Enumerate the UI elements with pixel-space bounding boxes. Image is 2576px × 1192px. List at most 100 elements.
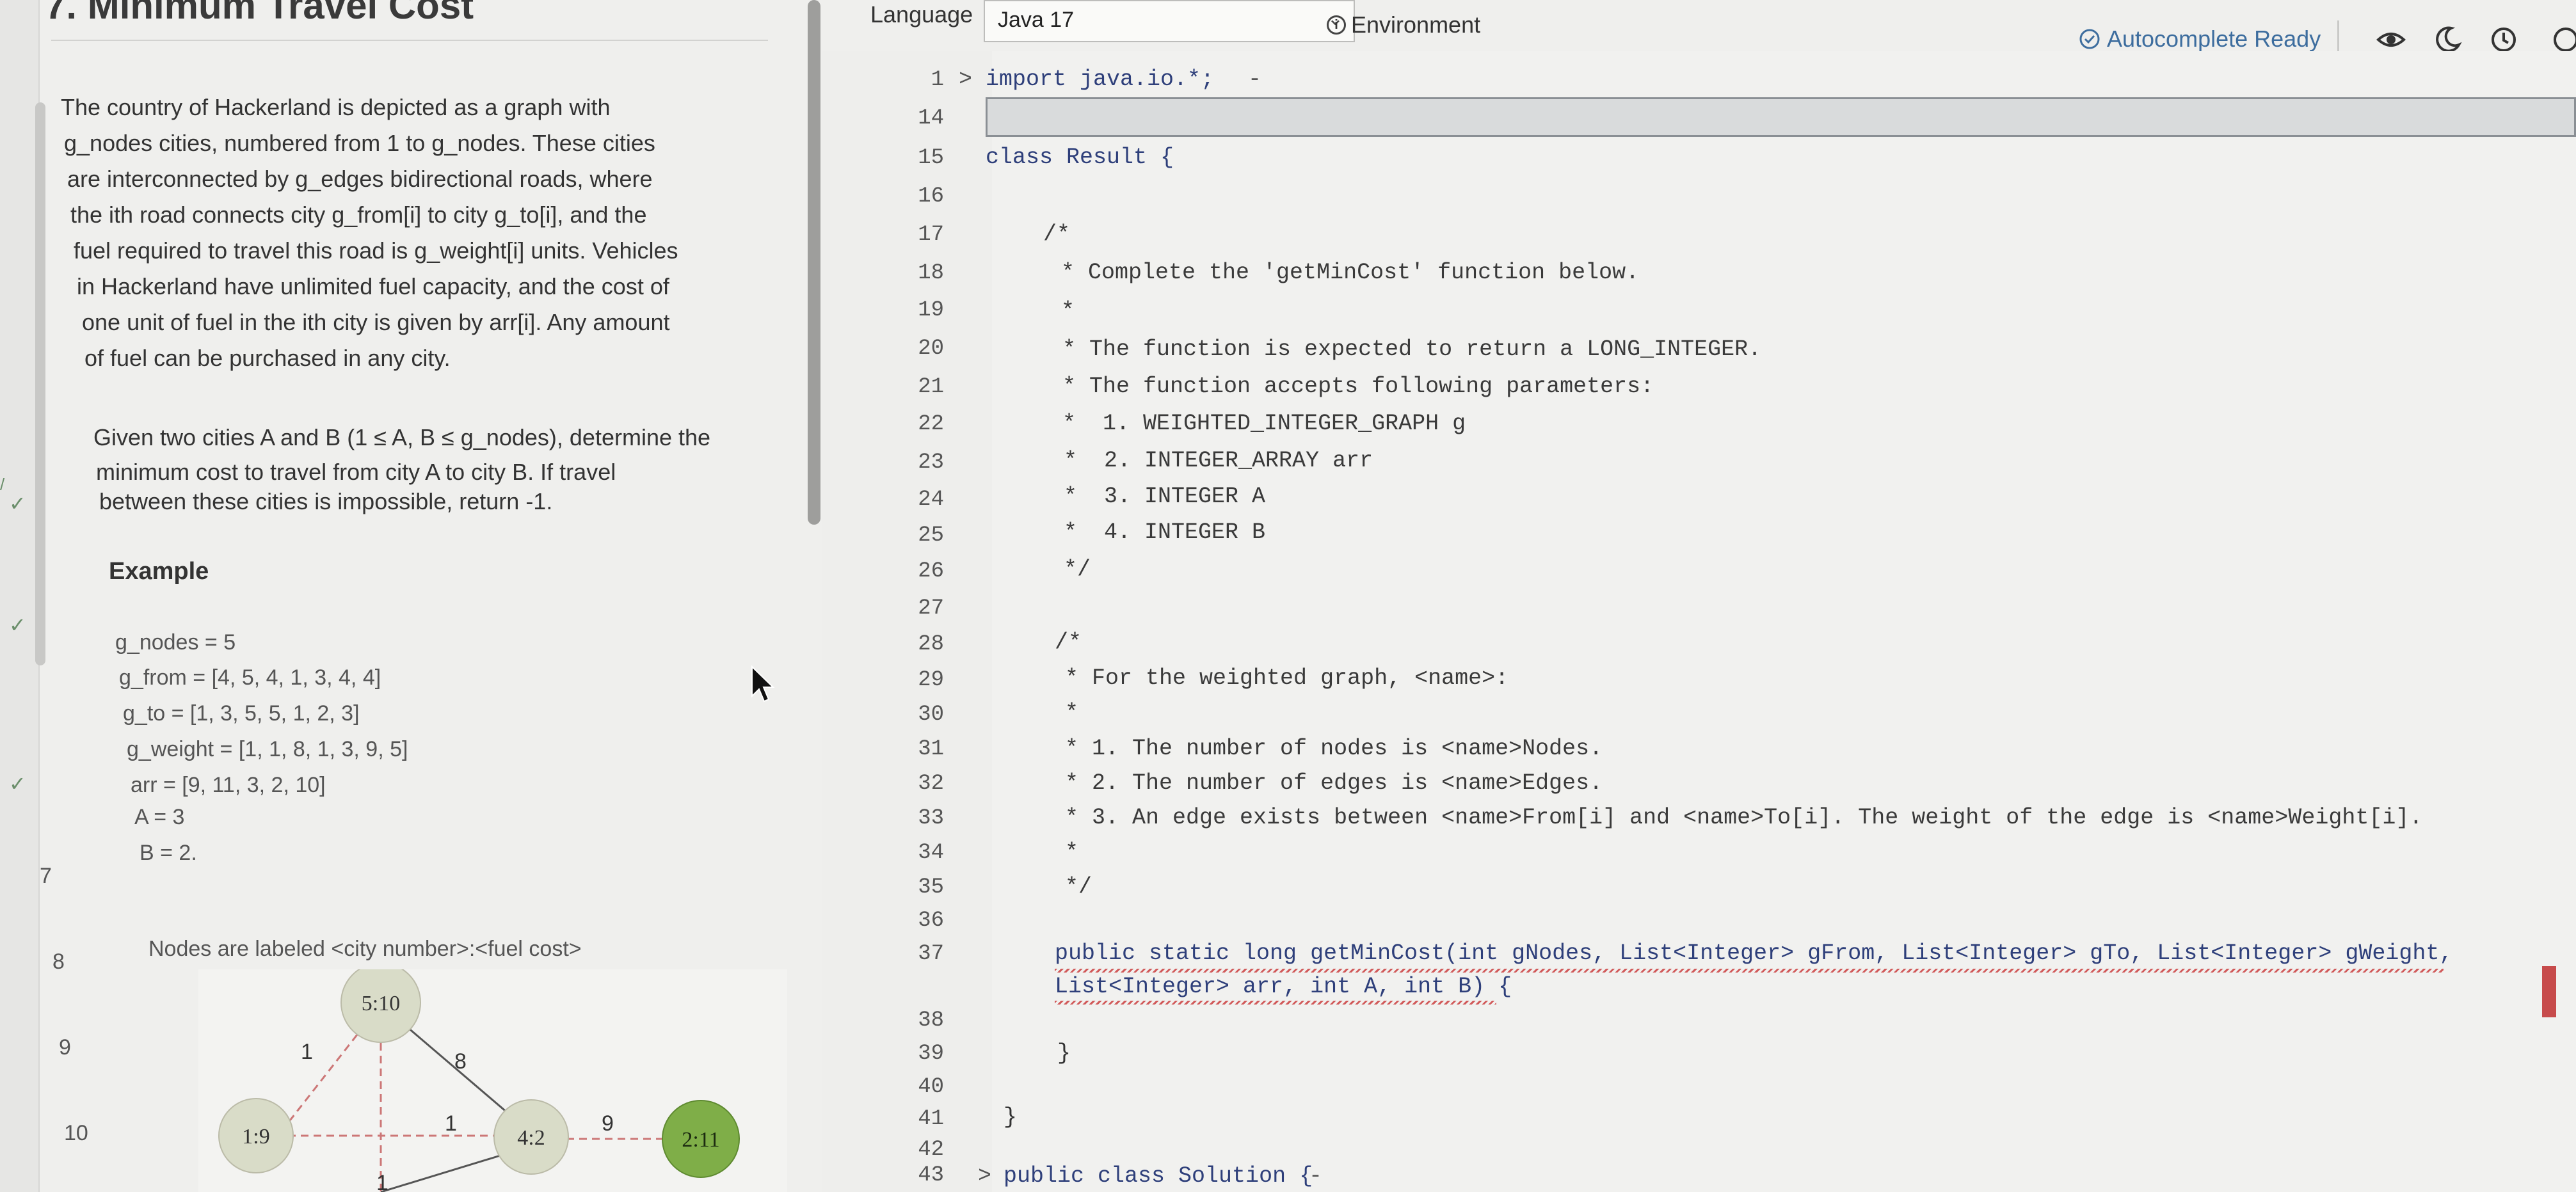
graph-caption: Nodes are labeled <city number>:<fuel co… [148, 937, 582, 961]
language-select[interactable]: Java 17 ⌄ [984, 0, 1355, 42]
line-number: 16 [918, 184, 944, 209]
line-number: 27 [918, 596, 944, 621]
environment-button[interactable]: i Environment [1327, 12, 1480, 38]
line-number: 33 [918, 806, 944, 830]
code-comment[interactable]: * 3. INTEGER A [1064, 484, 1265, 509]
language-label: Language [870, 1, 973, 28]
line-number: 19 [918, 298, 944, 322]
environment-label: Environment [1351, 12, 1481, 38]
example-line: A = 3 [134, 805, 185, 829]
check-icon: ✓ [9, 772, 26, 795]
line-number: 31 [918, 737, 944, 761]
history-icon[interactable] [2488, 24, 2519, 55]
line-number: 42 [918, 1138, 944, 1162]
code-line[interactable]: List<Integer> arr, int A, int B) { [1055, 974, 1512, 999]
question-number[interactable]: 7 [40, 864, 52, 889]
code-comment[interactable]: /* [1055, 630, 1082, 655]
code-comment[interactable]: * 1. The number of nodes is <name>Nodes. [1065, 736, 1603, 761]
question-progress-rail [35, 102, 45, 665]
example-graph: 1 8 1 9 1 5:10 1:9 4:2 2:11 [198, 969, 787, 1192]
code-comment[interactable]: */ [1064, 557, 1091, 582]
settings-icon[interactable] [2550, 24, 2576, 55]
code-comment[interactable]: * 3. An edge exists between <name>From[i… [1065, 805, 2422, 830]
question-number[interactable]: 9 [59, 1035, 71, 1060]
question-navigator [0, 0, 40, 1192]
code-line[interactable]: import java.io.*; [986, 67, 1214, 92]
description-line: in Hackerland have unlimited fuel capaci… [77, 273, 669, 299]
code-comment[interactable]: * The function is expected to return a L… [1062, 337, 1761, 362]
edge-label: 8 [454, 1049, 467, 1074]
question-number[interactable]: 10 [64, 1121, 88, 1146]
line-number: 28 [918, 632, 944, 656]
line-number: 26 [918, 559, 944, 584]
task-line: between these cities is impossible, retu… [99, 488, 553, 514]
fold-collapse-icon[interactable]: - [1309, 1163, 1322, 1189]
code-comment[interactable]: * [1065, 839, 1078, 865]
error-marker[interactable] [2542, 966, 2556, 1017]
code-comment[interactable]: /* [1043, 221, 1070, 247]
code-comment[interactable]: * [1065, 700, 1078, 726]
line-number: 34 [918, 841, 944, 865]
description-line: fuel required to travel this road is g_w… [74, 237, 678, 264]
question-number[interactable]: 8 [52, 950, 65, 974]
line-number: 32 [918, 772, 944, 796]
code-editor[interactable] [822, 51, 2576, 1192]
line-number: 30 [918, 703, 944, 727]
active-line-highlight[interactable] [986, 97, 2576, 137]
example-line: arr = [9, 11, 3, 2, 10] [131, 773, 326, 797]
code-comment[interactable]: */ [1065, 874, 1092, 900]
mouse-cursor-icon [751, 665, 775, 703]
check-circle-icon [2079, 29, 2100, 49]
line-number: 22 [918, 412, 944, 436]
line-number: 24 [918, 488, 944, 512]
code-comment[interactable]: * Complete the 'getMinCost' function bel… [1061, 260, 1639, 285]
line-number: 35 [918, 875, 944, 900]
line-number: 1 [931, 68, 944, 92]
language-value: Java 17 [998, 8, 1075, 32]
code-comment[interactable]: * 1. WEIGHTED_INTEGER_GRAPH g [1062, 411, 1466, 436]
edge-label: 9 [602, 1111, 614, 1136]
code-comment[interactable]: * 2. INTEGER_ARRAY arr [1064, 448, 1373, 473]
code-comment[interactable]: * The function accepts following paramet… [1062, 374, 1654, 399]
line-number: 18 [918, 261, 944, 285]
line-number: 37 [918, 942, 944, 966]
line-number: 43 [918, 1163, 944, 1188]
problem-title: 7. Minimum Travel Cost [45, 0, 474, 27]
fold-chevron-icon[interactable]: > [959, 67, 972, 92]
code-line[interactable]: class Result { [986, 145, 1174, 170]
code-comment[interactable]: * 4. INTEGER B [1064, 520, 1265, 545]
description-line: are interconnected by g_edges bidirectio… [67, 166, 653, 192]
description-line: of fuel can be purchased in any city. [84, 345, 451, 371]
graph-node-label: 2:11 [682, 1128, 719, 1152]
error-squiggle [1055, 969, 2444, 973]
autocomplete-label: Autocomplete Ready [2107, 26, 2321, 52]
edge-label: 1 [301, 1040, 313, 1064]
code-line[interactable]: public static long getMinCost(int gNodes… [1055, 941, 2452, 966]
code-comment[interactable]: * For the weighted graph, <name>: [1065, 665, 1508, 691]
example-line: g_nodes = 5 [115, 630, 236, 655]
code-comment[interactable]: * 2. The number of edges is <name>Edges. [1065, 770, 1603, 796]
title-divider [51, 40, 768, 41]
description-line: g_nodes cities, numbered from 1 to g_nod… [64, 130, 655, 156]
code-line[interactable]: } [1004, 1104, 1017, 1130]
code-comment[interactable]: * [1061, 298, 1075, 324]
moon-icon[interactable] [2432, 24, 2463, 55]
line-number: 15 [918, 146, 944, 170]
eye-icon[interactable] [2376, 24, 2406, 55]
example-line: B = 2. [140, 841, 197, 865]
info-icon: i [1327, 15, 1346, 35]
line-number: 25 [918, 523, 944, 548]
code-line[interactable]: public class Solution { [1004, 1163, 1313, 1189]
description-line: The country of Hackerland is depicted as… [61, 94, 611, 120]
line-number: 23 [918, 450, 944, 475]
description-line: the ith road connects city g_from[i] to … [70, 202, 647, 228]
check-icon: / [0, 475, 5, 494]
line-number: 38 [918, 1008, 944, 1033]
fold-collapse-icon[interactable]: - [1248, 67, 1261, 92]
code-line[interactable]: } [1057, 1040, 1071, 1066]
line-number: 17 [918, 223, 944, 247]
check-icon: ✓ [9, 614, 26, 637]
problem-scrollbar[interactable] [808, 0, 820, 525]
fold-chevron-icon[interactable]: > [978, 1163, 991, 1189]
autocomplete-status[interactable]: Autocomplete Ready [2079, 26, 2321, 52]
